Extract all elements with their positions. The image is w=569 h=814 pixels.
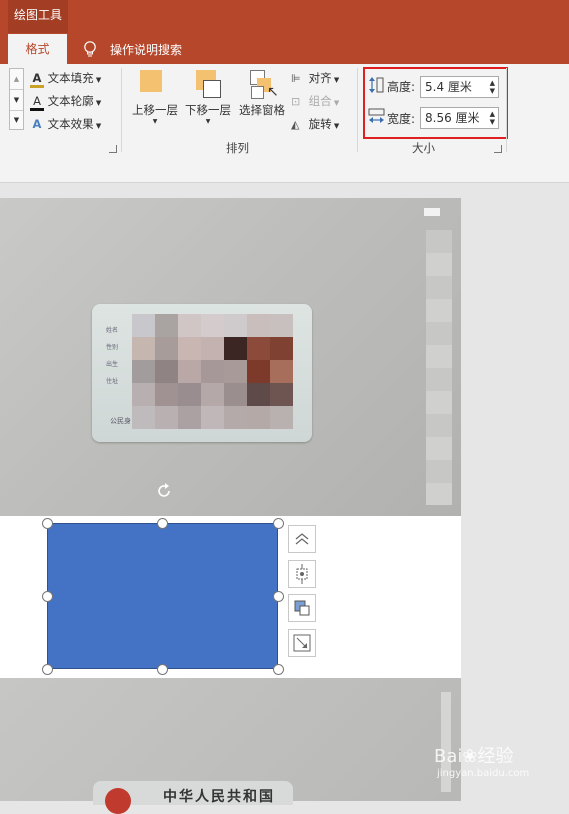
card-field: 住址 [106, 378, 119, 385]
chevron-down-icon: ▼ [205, 118, 211, 125]
chevron-down-icon: ▼ [93, 99, 102, 107]
crop-position-button[interactable] [288, 560, 316, 588]
resize-handle-top-left[interactable] [42, 518, 53, 529]
chevron-down-icon: ▼ [331, 76, 340, 84]
card-field: 性别 [106, 344, 119, 351]
card-field: 姓名 [106, 327, 119, 334]
selection-pane-label: 选择窗格 [239, 103, 285, 117]
text-fill-button[interactable]: A 文本填充 ▼ [30, 67, 101, 89]
divider [506, 68, 507, 152]
id-card: 姓名 性别 出生 住址 公民身 [92, 304, 312, 442]
scroll-up-icon[interactable]: ▲ [10, 69, 23, 89]
scroll-down-icon[interactable]: ▼ [10, 89, 23, 110]
ruler-strip [0, 156, 569, 183]
height-label: 高度: [387, 80, 416, 94]
wordart-gallery-scroll[interactable]: ▲ ▼ ▼ [9, 68, 24, 130]
shape-width-icon [368, 108, 385, 123]
card-back-title: 中华人民共和国 [163, 789, 275, 805]
paw-icon: ❀ [462, 746, 478, 767]
width-input[interactable]: 8.56 厘米 ▲ ▼ [420, 107, 499, 129]
bring-forward-button[interactable]: 上移一层 ▼ [130, 70, 180, 130]
send-backward-label: 下移一层 [185, 103, 231, 117]
arrange-group-label: 排列 [226, 141, 249, 155]
text-outline-icon: A [30, 94, 44, 111]
photo-mosaic-strip [426, 230, 452, 505]
resize-handle-top[interactable] [157, 518, 168, 529]
group-button[interactable]: ⊡ 组合 ▼ [291, 90, 339, 112]
rotate-icon: ◭ [291, 118, 300, 131]
width-value: 8.56 厘米 [425, 111, 480, 125]
watermark-url: jingyan.baidu.com [437, 768, 530, 779]
card-field-labels: 姓名 性别 出生 住址 [106, 322, 118, 390]
group-label: 组合 [308, 94, 332, 108]
drawing-tools-context-label: 绘图工具 [8, 0, 68, 33]
resize-button[interactable] [288, 629, 316, 657]
resize-handle-top-right[interactable] [273, 518, 284, 529]
rotate-label: 旋转 [308, 117, 332, 131]
text-effects-icon: A [32, 117, 42, 131]
chevron-down-icon: ▼ [93, 76, 102, 84]
id-card-back: 中华人民共和国 [93, 781, 293, 814]
width-label: 宽度: [387, 112, 416, 126]
baidu-watermark: Bai❀经验 [434, 742, 513, 768]
position-icon [296, 564, 308, 584]
size-group-label: 大小 [412, 141, 435, 155]
text-fill-label: 文本填充 [47, 71, 94, 85]
shape-height-icon [369, 77, 384, 93]
double-chevron-up-icon [295, 533, 309, 545]
resize-handle-bottom[interactable] [157, 664, 168, 675]
resize-handle-right[interactable] [273, 591, 284, 602]
lightbulb-icon [84, 41, 96, 57]
tell-me-search[interactable]: 操作说明搜索 [110, 41, 182, 58]
height-input[interactable]: 5.4 厘米 ▲ ▼ [420, 76, 499, 98]
resize-diagonal-icon [293, 634, 311, 652]
send-backward-icon [193, 70, 223, 100]
divider [121, 68, 122, 152]
resize-handle-left[interactable] [42, 591, 53, 602]
watermark-brand: Bai [434, 746, 463, 767]
resize-handle-bottom-right[interactable] [273, 664, 284, 675]
blue-rectangle-shape[interactable] [47, 523, 278, 669]
group-icon: ⊡ [291, 95, 301, 108]
rotate-button[interactable]: ◭ 旋转 ▼ [291, 113, 339, 135]
bring-forward-icon [140, 70, 170, 100]
align-button[interactable]: ⊫ 对齐 ▼ [291, 67, 339, 89]
size-dialog-launcher-icon[interactable] [494, 145, 502, 153]
watermark-brand2: 经验 [477, 746, 514, 767]
layout-options-button[interactable] [288, 525, 316, 553]
align-label: 对齐 [308, 71, 332, 85]
photo-glare [424, 208, 440, 216]
text-effects-button[interactable]: A 文本效果 ▼ [30, 113, 102, 135]
divider [357, 68, 358, 152]
bring-forward-label: 上移一层 [132, 103, 178, 117]
shape-style-button[interactable] [288, 594, 316, 622]
text-outline-button[interactable]: A 文本轮廓 ▼ [30, 90, 101, 112]
text-effects-label: 文本效果 [47, 117, 94, 131]
selection-pane-icon: ↖ [247, 70, 279, 100]
selection-pane-button[interactable]: ↖ 选择窗格 [236, 70, 288, 130]
gallery-more-icon[interactable]: ▼ [10, 110, 23, 129]
spinner-icon[interactable]: ▲ ▼ [490, 79, 495, 95]
chevron-down-icon: ▼ [93, 122, 102, 130]
card-id-label: 公民身 [110, 417, 131, 425]
send-backward-button[interactable]: 下移一层 ▼ [183, 70, 233, 130]
card-field: 出生 [106, 361, 119, 368]
pixel-mosaic [132, 314, 297, 434]
chevron-down-icon: ▼ [331, 99, 340, 107]
tab-format[interactable]: 格式 [8, 34, 67, 64]
national-emblem-icon [105, 788, 131, 814]
align-icon: ⊫ [291, 72, 301, 85]
text-fill-icon: A [30, 71, 44, 88]
height-value: 5.4 厘米 [425, 80, 472, 94]
resize-handle-bottom-left[interactable] [42, 664, 53, 675]
wordart-dialog-launcher-icon[interactable] [109, 145, 117, 153]
chevron-down-icon: ▼ [152, 118, 158, 125]
rotate-handle-icon[interactable] [154, 481, 174, 501]
shape-style-icon [294, 600, 310, 616]
title-bar [0, 0, 569, 33]
text-outline-label: 文本轮廓 [47, 94, 94, 108]
spinner-icon[interactable]: ▲ ▼ [490, 110, 495, 126]
chevron-down-icon: ▼ [331, 122, 340, 130]
